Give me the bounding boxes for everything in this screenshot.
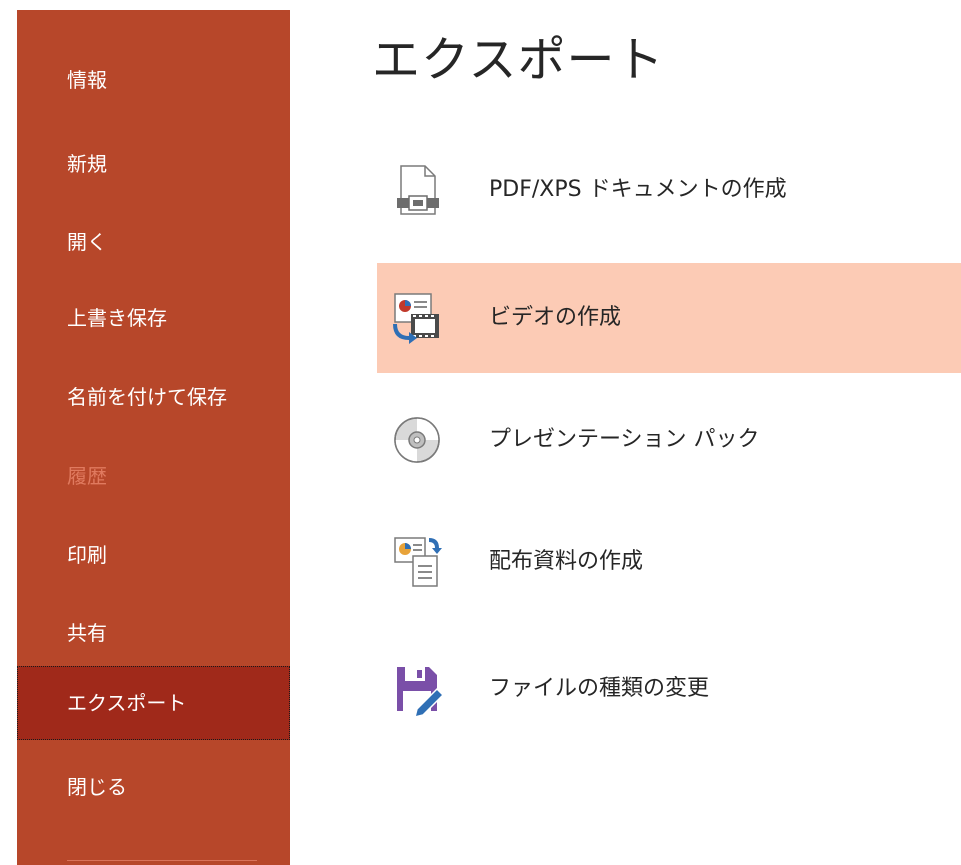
option-label: 配布資料の作成 [489, 549, 644, 574]
pdf-document-icon [397, 165, 439, 215]
backstage-sidebar: 情報 新規 開く 上書き保存 名前を付けて保存 履歴 印刷 共有 エクスポート … [17, 10, 290, 865]
option-create-video[interactable]: ビデオの作成 [377, 263, 961, 373]
sidebar-divider [67, 860, 257, 861]
option-change-file-type[interactable]: ファイルの種類の変更 [377, 634, 961, 744]
option-label: プレゼンテーション パック [489, 427, 760, 452]
option-label: PDF/XPS ドキュメントの作成 [489, 177, 787, 202]
video-icon [393, 293, 439, 344]
sidebar-item-open[interactable]: 開く [17, 205, 290, 279]
sidebar-item-save[interactable]: 上書き保存 [17, 281, 290, 355]
sidebar-item-share[interactable]: 共有 [17, 596, 290, 670]
sidebar-item-history: 履歴 [67, 464, 107, 488]
sidebar-item-save-as[interactable]: 名前を付けて保存 [17, 360, 290, 434]
sidebar-item-new[interactable]: 新規 [17, 127, 290, 201]
handout-icon [394, 537, 442, 587]
option-create-pdf-xps[interactable]: PDF/XPS ドキュメントの作成 [377, 135, 961, 245]
sidebar-item-print[interactable]: 印刷 [17, 518, 290, 592]
option-label: ビデオの作成 [489, 305, 622, 330]
file-type-icon [397, 667, 445, 719]
option-label: ファイルの種類の変更 [489, 676, 710, 701]
sidebar-item-info[interactable]: 情報 [17, 43, 290, 117]
option-create-handouts[interactable]: 配布資料の作成 [377, 507, 961, 617]
sidebar-item-close[interactable]: 閉じる [17, 750, 290, 824]
page-title: エクスポート [372, 32, 665, 88]
sidebar-item-export[interactable]: エクスポート [17, 666, 290, 740]
cd-icon [394, 417, 440, 463]
option-package-presentation[interactable]: プレゼンテーション パック [377, 385, 961, 495]
